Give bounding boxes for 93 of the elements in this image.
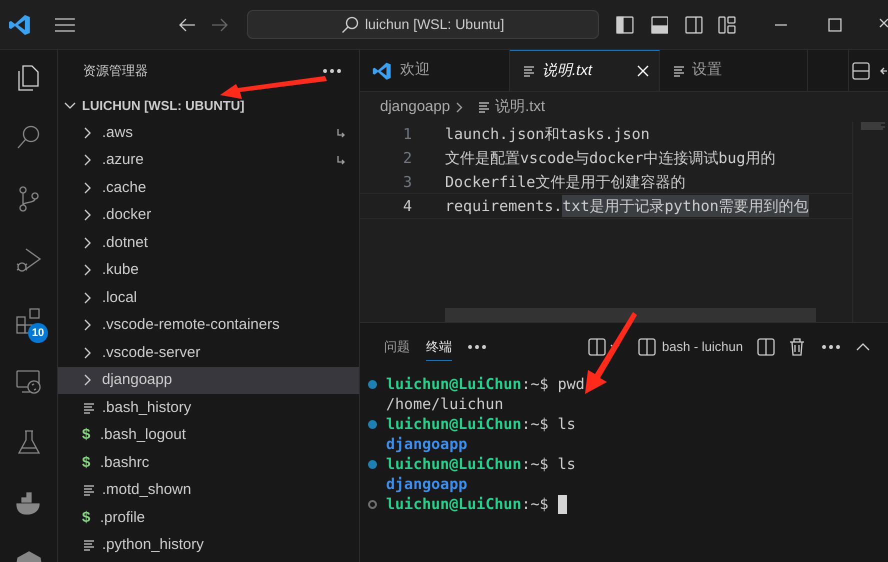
- file-tree-item[interactable]: .dotnet: [58, 229, 359, 256]
- file-tree-item[interactable]: $ .profile: [58, 504, 359, 532]
- chevron-right-icon: [84, 374, 92, 386]
- editor-tab[interactable]: 说明.txt: [510, 50, 660, 91]
- terminal-prompt-path: :~$: [521, 374, 549, 395]
- text-lines-icon: [82, 400, 94, 415]
- split-editor-icon[interactable]: [852, 62, 870, 80]
- sidebar-toggle-icon[interactable]: [616, 16, 634, 34]
- forward-arrow-icon[interactable]: [210, 16, 229, 32]
- text-lines-icon: [522, 64, 534, 78]
- panel-tab[interactable]: 问题: [384, 333, 410, 361]
- terminal-prompt-path: :~$: [521, 414, 549, 435]
- dollar-icon: $: [82, 452, 94, 474]
- terminal-prompt-path: :~$: [521, 454, 549, 475]
- text-lines-icon: [477, 100, 490, 114]
- maximize-icon[interactable]: [828, 18, 842, 32]
- split-terminal-icon: [638, 338, 656, 356]
- file-tree-item[interactable]: $ .bashrc: [58, 449, 359, 476]
- file-tree-item[interactable]: .kube: [58, 256, 359, 284]
- trash-icon[interactable]: [789, 338, 805, 356]
- menu-icon[interactable]: [54, 16, 76, 32]
- file-tree-item[interactable]: .docker: [58, 202, 359, 229]
- chevron-right-icon: [84, 319, 92, 332]
- selected-code-text: txt是用于记录python需要用到的包: [562, 194, 809, 218]
- code-text: requirements.: [445, 196, 562, 217]
- close-icon[interactable]: [637, 65, 649, 77]
- panel-tab[interactable]: 终端: [426, 333, 452, 361]
- dollar-icon: $: [82, 506, 94, 529]
- terminal-prompt-path: :~$: [521, 494, 549, 515]
- chevron-up-icon[interactable]: [856, 343, 870, 351]
- line-number: 3: [402, 172, 412, 193]
- file-tree-item[interactable]: .python_history: [58, 532, 359, 559]
- search-icon: [340, 16, 359, 34]
- tree-root[interactable]: LUICHUN [WSL: UBUNTU]: [58, 92, 359, 119]
- file-tree-item[interactable]: .bash_history: [58, 394, 359, 422]
- chevron-right-icon: [84, 182, 92, 194]
- horizontal-scrollbar[interactable]: [445, 308, 816, 322]
- chevron-right-icon: [84, 346, 92, 359]
- line-number: 4: [402, 196, 412, 217]
- file-tree-item[interactable]: .azure: [58, 146, 359, 174]
- layout-icon[interactable]: [718, 16, 736, 34]
- breadcrumb-item[interactable]: 说明.txt: [495, 96, 546, 118]
- file-tree-item[interactable]: .vscode-remote-containers: [58, 312, 359, 339]
- file-tree-item[interactable]: .vscode-server: [58, 339, 359, 366]
- chevron-right-icon: [84, 236, 92, 249]
- file-tree-item[interactable]: .aws: [58, 119, 359, 146]
- chevron-right-icon: [84, 292, 92, 304]
- code-text: Dockerfile文件是用于创建容器的: [445, 172, 686, 193]
- terminal-name[interactable]: bash - luichun: [662, 337, 743, 357]
- notification-badge: 10: [28, 323, 48, 343]
- terminal-prompt-user: luichun@LuiChun: [386, 374, 522, 395]
- terminal-command: ls: [558, 454, 576, 475]
- minimap-icon: [861, 122, 885, 130]
- breadcrumb-item[interactable]: djangoapp: [380, 96, 450, 118]
- chevron-right-icon: [84, 126, 92, 139]
- terminal-output: djangoapp: [386, 434, 468, 455]
- terminal-prompt-user: luichun@LuiChun: [386, 494, 522, 515]
- panel-toggle-icon[interactable]: [650, 16, 668, 34]
- secondary-sidebar-icon[interactable]: [685, 16, 704, 34]
- file-tree-item[interactable]: .local: [58, 284, 359, 312]
- line-number: 2: [402, 148, 412, 169]
- split-terminal-icon[interactable]: [588, 338, 606, 356]
- back-arrow-icon[interactable]: [178, 16, 196, 32]
- more-actions-icon[interactable]: [468, 345, 486, 349]
- code-text: 文件是配置vscode与docker中连接调试bug用的: [445, 148, 776, 169]
- overflow-arrow-icon[interactable]: [880, 66, 888, 76]
- more-actions-icon[interactable]: [323, 69, 341, 73]
- more-actions-icon[interactable]: [822, 345, 840, 349]
- terminal-command: pwd: [558, 374, 585, 395]
- file-tree-item[interactable]: .cache: [58, 174, 359, 202]
- file-tree-item[interactable]: .motd_shown: [58, 476, 359, 504]
- file-tree-item[interactable]: $ .bash_logout: [58, 422, 359, 449]
- code-text: launch.json和tasks.json: [445, 124, 650, 145]
- chevron-right-icon: [84, 209, 92, 222]
- terminal-output: /home/luichun: [386, 394, 504, 415]
- terminal-command: ls: [558, 414, 576, 435]
- text-lines-icon: [82, 538, 94, 552]
- terminal-prompt-user: luichun@LuiChun: [386, 414, 522, 435]
- terminal-output: djangoapp: [386, 474, 468, 495]
- command-center-search[interactable]: luichun [WSL: Ubuntu]: [246, 10, 599, 39]
- text-lines-icon: [672, 64, 684, 78]
- text-lines-icon: [82, 483, 94, 498]
- split-terminal-icon[interactable]: [757, 338, 775, 356]
- chevron-right-icon: [456, 102, 464, 112]
- vscode-logo-icon: [8, 12, 32, 36]
- chevron-right-icon: [84, 264, 92, 276]
- sidebar-title: 资源管理器: [83, 62, 148, 80]
- vscode-logo-icon: [372, 60, 392, 80]
- dollar-icon: $: [82, 424, 94, 446]
- line-number: 1: [402, 124, 412, 145]
- file-tree-item[interactable]: djangoapp: [58, 366, 359, 394]
- terminal-prompt-user: luichun@LuiChun: [386, 454, 522, 475]
- chevron-right-icon: [84, 154, 92, 166]
